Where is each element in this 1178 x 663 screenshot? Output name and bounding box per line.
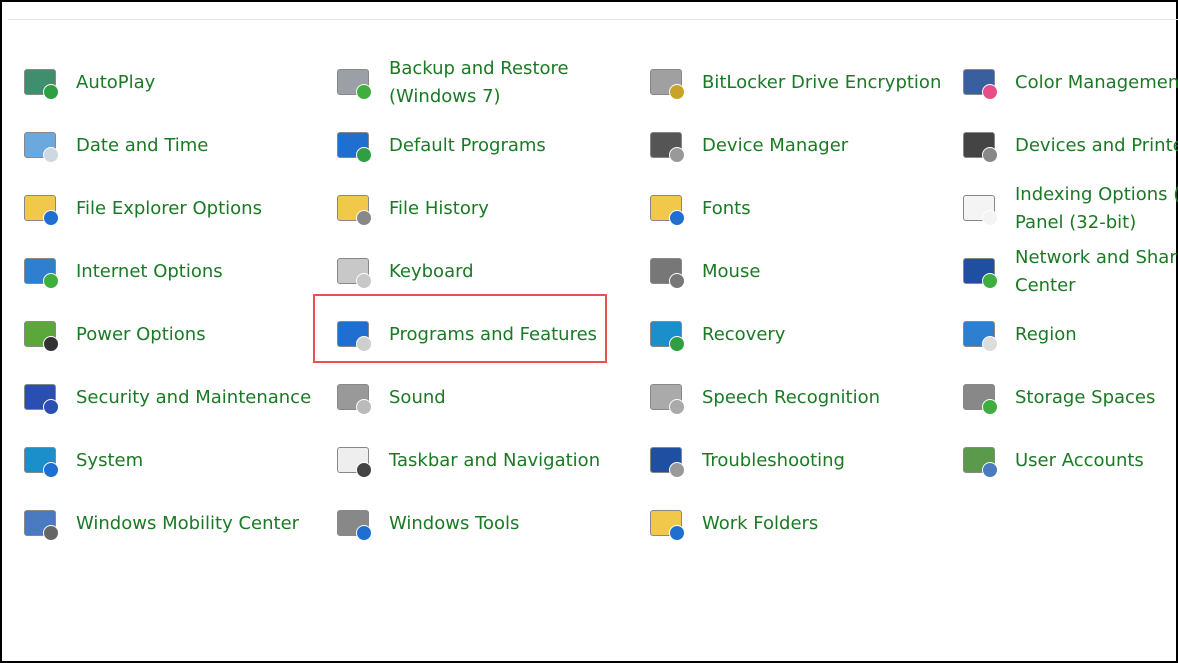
backup-restore-icon	[335, 64, 373, 102]
item-label: BitLocker Drive Encryption	[702, 72, 942, 93]
keyboard-icon	[335, 253, 373, 291]
sound-icon	[335, 379, 373, 417]
item-device-manager[interactable]: Device Manager	[648, 118, 848, 174]
item-mouse[interactable]: Mouse	[648, 244, 760, 300]
item-label: Device Manager	[702, 135, 849, 156]
item-fonts[interactable]: Fonts	[648, 181, 751, 237]
item-label: File Explorer Options	[76, 198, 262, 219]
item-backup-and-restore[interactable]: Backup and Restore (Windows 7)	[335, 55, 569, 111]
item-security-and-maintenance[interactable]: Security and Maintenance	[22, 370, 311, 426]
item-label: Work Folders	[702, 513, 819, 534]
item-storage-spaces[interactable]: Storage Spaces	[961, 370, 1155, 426]
item-label: Troubleshooting	[702, 450, 845, 471]
date-time-icon	[22, 127, 60, 165]
item-label: Taskbar and Navigation	[389, 450, 601, 471]
internet-options-icon	[22, 253, 60, 291]
item-label: Default Programs	[389, 135, 546, 156]
fonts-icon	[648, 190, 686, 228]
item-file-history[interactable]: File History	[335, 181, 489, 237]
devices-printers-icon	[961, 127, 999, 165]
item-label: Fonts	[702, 198, 751, 219]
item-label: AutoPlay	[76, 72, 156, 93]
item-keyboard[interactable]: Keyboard	[335, 244, 474, 300]
item-region[interactable]: Region	[961, 307, 1077, 363]
item-sound[interactable]: Sound	[335, 370, 446, 426]
autoplay-icon	[22, 64, 60, 102]
item-label: Network and Shar Center	[1015, 247, 1177, 296]
item-label: Backup and Restore (Windows 7)	[389, 58, 569, 107]
item-label: Security and Maintenance	[76, 387, 312, 408]
windows-mobility-center-icon	[22, 505, 60, 543]
item-label: Windows Tools	[389, 513, 520, 534]
item-troubleshooting[interactable]: Troubleshooting	[648, 433, 845, 489]
item-label: Indexing Options ( Panel (32-bit)	[1015, 184, 1178, 233]
windows-tools-gear-icon	[335, 505, 373, 543]
item-windows-tools[interactable]: Windows Tools	[335, 496, 519, 552]
item-label: Recovery	[702, 324, 786, 345]
header-divider	[8, 19, 1178, 20]
item-internet-options[interactable]: Internet Options	[22, 244, 223, 300]
item-taskbar-and-navigation[interactable]: Taskbar and Navigation	[335, 433, 600, 489]
item-label: Date and Time	[76, 135, 209, 156]
item-label: File History	[389, 198, 489, 219]
item-date-and-time[interactable]: Date and Time	[22, 118, 208, 174]
item-bitlocker-drive-encryption[interactable]: BitLocker Drive Encryption	[648, 55, 941, 111]
item-label: Devices and Printe	[1015, 135, 1178, 156]
item-color-managemen[interactable]: Color Managemen	[961, 55, 1178, 111]
item-label: Sound	[389, 387, 446, 408]
item-windows-mobility-center[interactable]: Windows Mobility Center	[22, 496, 299, 552]
item-default-programs[interactable]: Default Programs	[335, 118, 546, 174]
item-network-and-shar[interactable]: Network and Shar Center	[961, 244, 1177, 300]
mouse-icon	[648, 253, 686, 291]
work-folders-icon	[648, 505, 686, 543]
item-label: System	[76, 450, 144, 471]
item-power-options[interactable]: Power Options	[22, 307, 206, 363]
power-options-icon	[22, 316, 60, 354]
user-accounts-icon	[961, 442, 999, 480]
item-label: Region	[1015, 324, 1077, 345]
highlight-box	[313, 294, 607, 363]
item-label: Storage Spaces	[1015, 387, 1156, 408]
system-icon	[22, 442, 60, 480]
item-label: Mouse	[702, 261, 761, 282]
item-indexing-options[interactable]: Indexing Options ( Panel (32-bit)	[961, 181, 1178, 237]
item-label: Internet Options	[76, 261, 223, 282]
region-icon	[961, 316, 999, 354]
item-label: Windows Mobility Center	[76, 513, 300, 534]
color-management-icon	[961, 64, 999, 102]
item-user-accounts[interactable]: User Accounts	[961, 433, 1144, 489]
storage-spaces-icon	[961, 379, 999, 417]
bitlocker-icon	[648, 64, 686, 102]
item-recovery[interactable]: Recovery	[648, 307, 785, 363]
item-label: User Accounts	[1015, 450, 1144, 471]
item-speech-recognition[interactable]: Speech Recognition	[648, 370, 880, 426]
item-autoplay[interactable]: AutoPlay	[22, 55, 155, 111]
troubleshooting-icon	[648, 442, 686, 480]
item-file-explorer-options[interactable]: File Explorer Options	[22, 181, 262, 237]
recovery-icon	[648, 316, 686, 354]
item-label: Keyboard	[389, 261, 474, 282]
security-maintenance-flag-icon	[22, 379, 60, 417]
default-programs-icon	[335, 127, 373, 165]
network-sharing-icon	[961, 253, 999, 291]
file-explorer-options-icon	[22, 190, 60, 228]
item-label: Power Options	[76, 324, 206, 345]
file-history-icon	[335, 190, 373, 228]
device-manager-icon	[648, 127, 686, 165]
indexing-options-icon	[961, 190, 999, 228]
item-label: Speech Recognition	[702, 387, 881, 408]
item-label: Color Managemen	[1015, 72, 1178, 93]
microphone-icon	[648, 379, 686, 417]
item-system[interactable]: System	[22, 433, 143, 489]
item-work-folders[interactable]: Work Folders	[648, 496, 818, 552]
taskbar-navigation-icon	[335, 442, 373, 480]
item-devices-and-printe[interactable]: Devices and Printe	[961, 118, 1178, 174]
